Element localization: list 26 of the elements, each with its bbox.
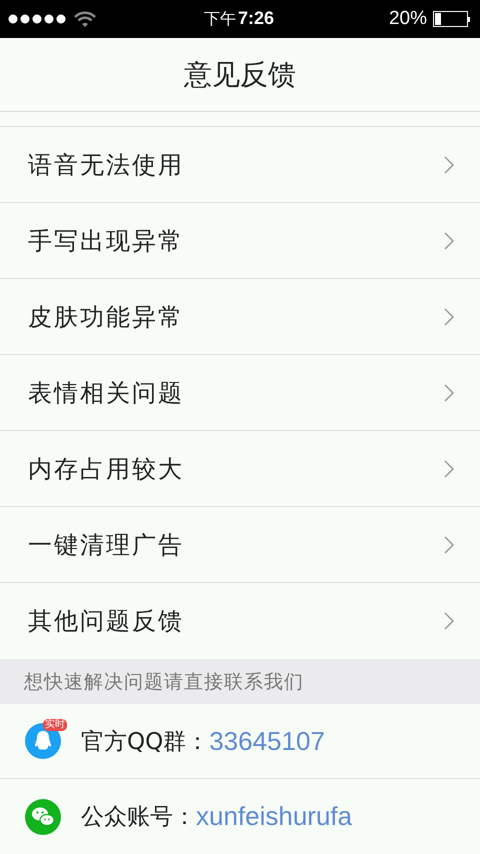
contact-label: 公众账号： [81,803,196,832]
feedback-item[interactable]: 一键清理广告 [0,507,480,583]
contact-label: 官方QQ群： [81,728,210,756]
chevron-icon [444,308,454,326]
wifi-icon [74,10,96,28]
page-title: 意见反馈 [184,56,296,92]
battery-percent: 20% [388,8,427,30]
section-note: 想快速解决问题请直接联系我们 [24,670,304,694]
feedback-item[interactable]: 内存占用较大 [0,431,480,507]
chevron-icon [444,232,454,250]
feedback-item[interactable]: 其他问题反馈 [0,583,480,659]
chevron-icon [444,156,454,174]
signal-icon [8,14,66,24]
chevron-icon [444,536,454,554]
time-prefix: 下午 [204,9,236,30]
feedback-item[interactable]: 皮肤功能异常 [0,279,480,355]
live-badge: 实时 [43,719,67,731]
chevron-icon [444,612,454,630]
chevron-icon [444,384,454,402]
chat-bubbles-icon [25,798,61,834]
chevron-icon [444,460,454,478]
feedback-item[interactable]: 表情相关问题 [0,355,480,431]
clock-time: 7:26 [238,8,274,29]
feedback-item[interactable]: 手写出现异常 [0,203,480,279]
battery-icon [433,11,470,27]
feedback-item[interactable]: 语音无法使用 [0,127,480,203]
